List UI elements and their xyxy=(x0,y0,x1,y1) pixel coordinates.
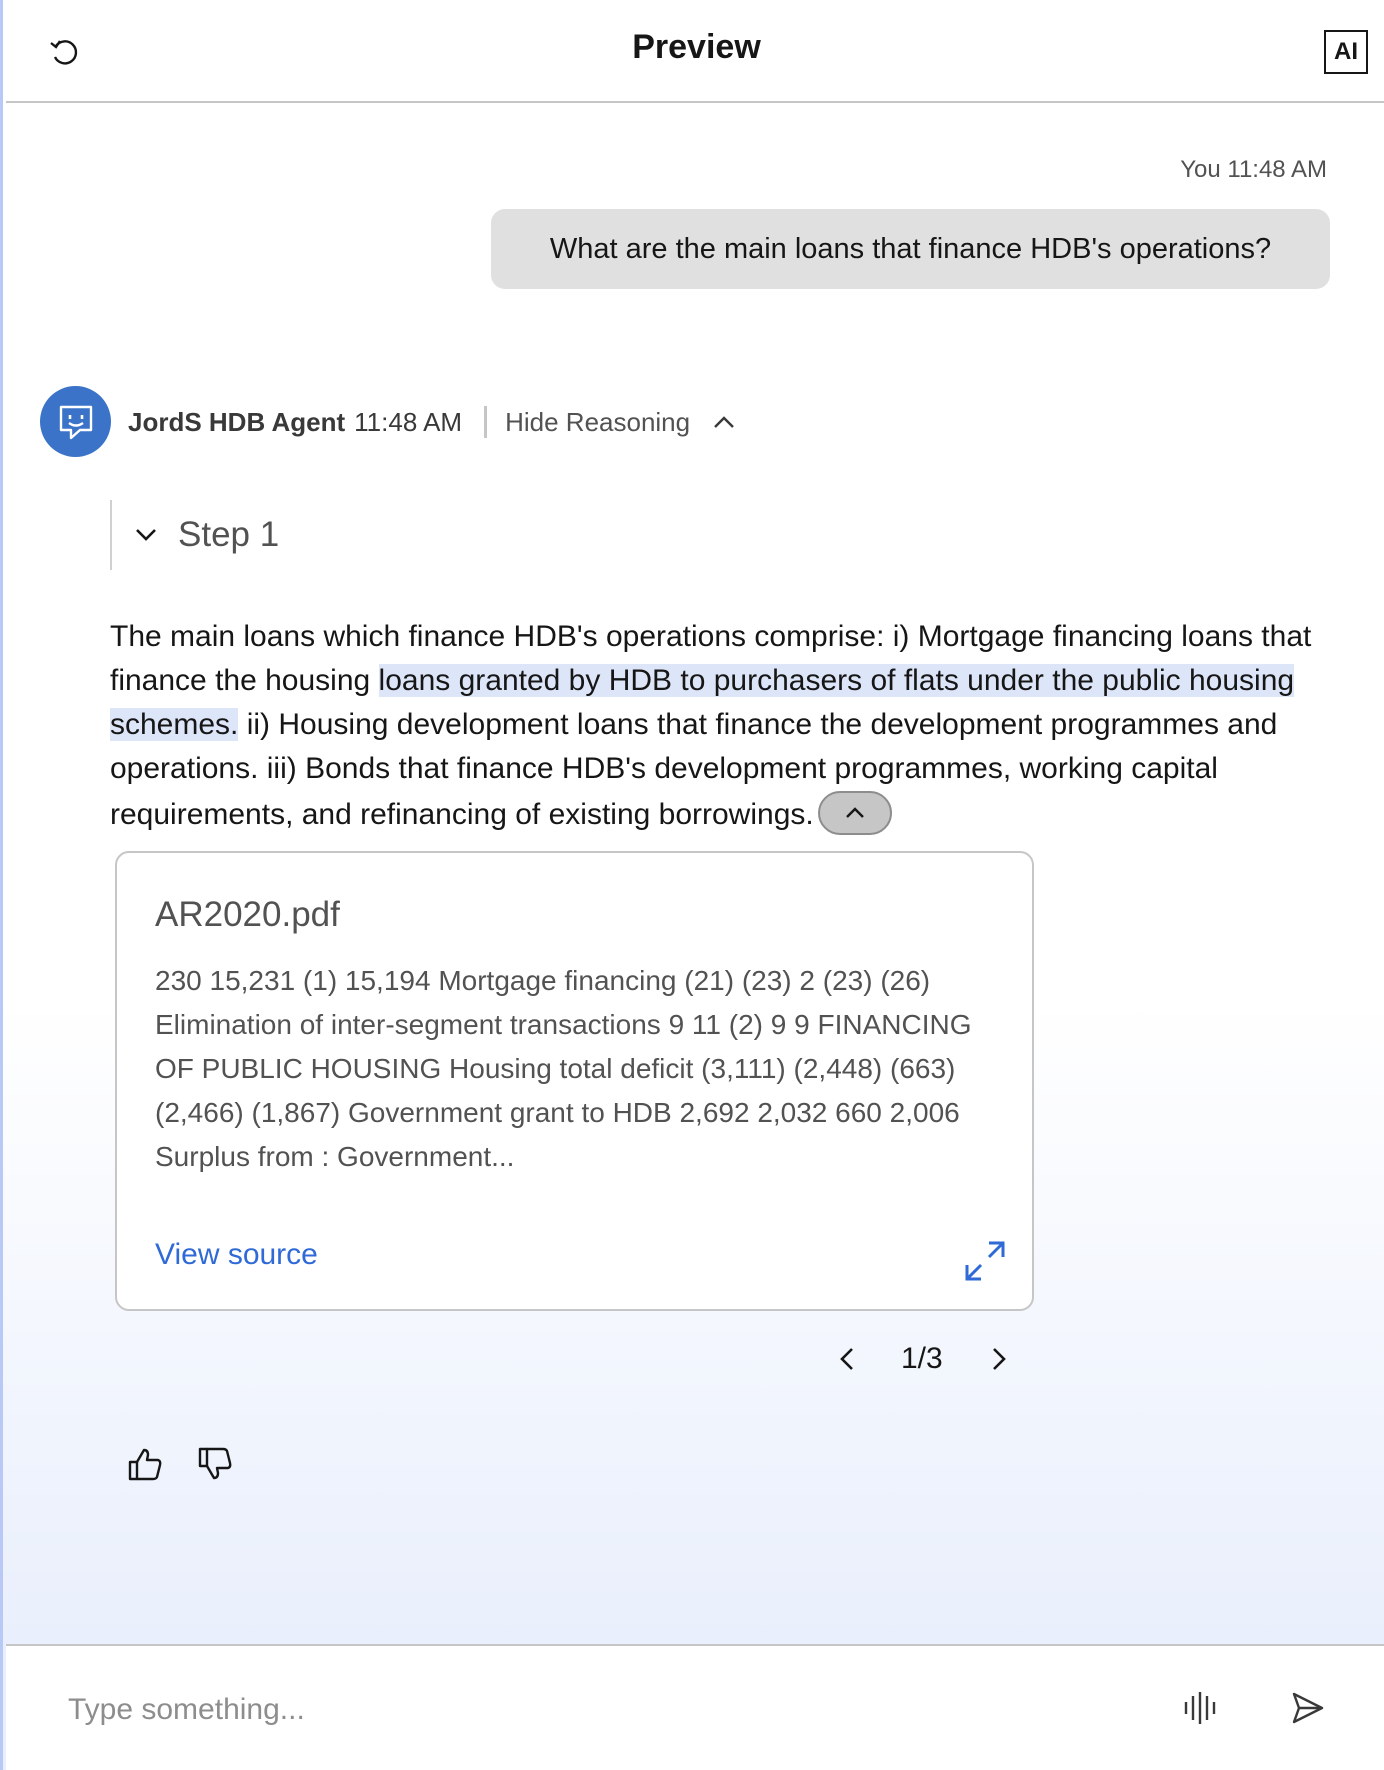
chat-bot-icon xyxy=(59,405,92,439)
thumbs-up-button[interactable] xyxy=(127,1446,163,1486)
chevron-up-icon xyxy=(845,807,864,818)
thumbs-down-icon xyxy=(198,1447,232,1480)
chevron-left-icon xyxy=(840,1348,853,1370)
citation-page-count: 1/3 xyxy=(901,1342,943,1375)
hide-reasoning-label: Hide Reasoning xyxy=(505,406,691,437)
answer-text-part-2: ii) Housing development loans that finan… xyxy=(110,708,1278,831)
preview-header: Preview AI xyxy=(6,0,1384,103)
source-file-name: AR2020.pdf xyxy=(155,895,340,934)
view-source-link[interactable]: View source xyxy=(155,1238,318,1272)
agent-answer-text: The main loans which finance HDB's opera… xyxy=(110,615,1320,837)
voice-input-button[interactable] xyxy=(1182,1690,1218,1730)
microphone-waveform-icon xyxy=(1184,1692,1216,1724)
send-button[interactable] xyxy=(1290,1690,1326,1730)
page-title: Preview xyxy=(632,28,761,66)
chevron-right-icon xyxy=(992,1348,1006,1370)
previous-citation-button[interactable] xyxy=(829,1339,865,1379)
agent-message-header: JordS HDB Agent 11:48 AM Hide Reasoning xyxy=(128,402,736,442)
message-input[interactable] xyxy=(68,1680,1128,1740)
separator xyxy=(484,406,488,438)
thumbs-down-button[interactable] xyxy=(197,1446,233,1486)
ai-label-badge[interactable]: AI xyxy=(1324,30,1368,74)
chat-panel: Preview AI You 11:48 AM What are the mai… xyxy=(0,0,1384,1770)
agent-timestamp: 11:48 AM xyxy=(354,406,463,437)
agent-avatar xyxy=(40,386,111,457)
step-label: Step 1 xyxy=(178,515,280,554)
thumbs-up-icon xyxy=(128,1448,162,1481)
user-message-bubble: What are the main loans that finance HDB… xyxy=(491,209,1330,289)
collapse-citation-button[interactable] xyxy=(817,791,892,835)
citation-pager: 1/3 xyxy=(829,1336,1017,1382)
hide-reasoning-toggle[interactable]: Hide Reasoning xyxy=(505,407,736,438)
next-citation-button[interactable] xyxy=(981,1339,1017,1379)
chevron-down-icon xyxy=(136,529,156,541)
message-composer xyxy=(6,1644,1384,1770)
send-icon xyxy=(1292,1692,1324,1724)
maximize-icon xyxy=(965,1241,1005,1281)
expand-button[interactable] xyxy=(963,1239,1007,1287)
reasoning-step-1[interactable]: Step 1 xyxy=(110,500,410,570)
chevron-up-icon xyxy=(714,416,734,428)
source-excerpt: 230 15,231 (1) 15,194 Mortgage financing… xyxy=(155,965,972,1172)
source-citation-card: AR2020.pdf 230 15,231 (1) 15,194 Mortgag… xyxy=(115,851,1034,1311)
agent-name: JordS HDB Agent xyxy=(128,406,346,437)
user-message-meta: You 11:48 AM xyxy=(1180,156,1327,183)
